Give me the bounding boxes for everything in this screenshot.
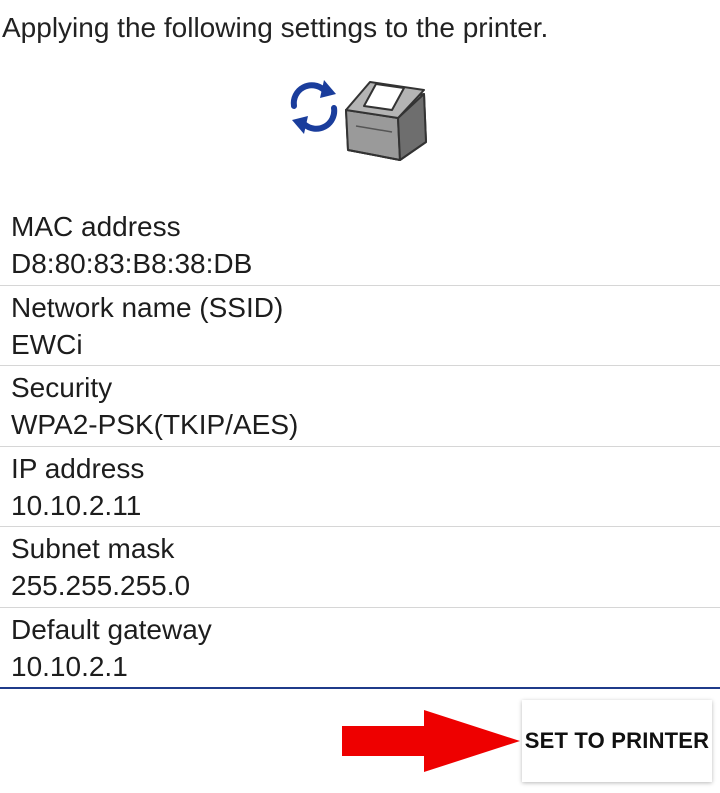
page-heading: Applying the following settings to the p… [2, 12, 549, 43]
setting-value: 255.255.255.0 [11, 570, 191, 602]
red-arrow-right-icon [342, 710, 520, 772]
setting-value: WPA2-PSK(TKIP/AES) [11, 409, 299, 441]
setting-label: Subnet mask [11, 533, 175, 565]
setting-row-security: Security WPA2-PSK(TKIP/AES) [0, 366, 720, 447]
setting-row-ssid: Network name (SSID) EWCi [0, 286, 720, 367]
printer-illustration [284, 72, 434, 168]
setting-label: IP address [11, 452, 145, 484]
setting-row-subnet-mask: Subnet mask 255.255.255.0 [0, 527, 720, 608]
setting-row-default-gateway: Default gateway 10.10.2.1 [0, 608, 720, 689]
setting-value: 10.10.2.11 [11, 489, 142, 521]
setting-label: Network name (SSID) [11, 291, 284, 323]
settings-list: MAC address D8:80:83:B8:38:DB Network na… [0, 205, 720, 689]
setting-label: MAC address [11, 211, 181, 242]
setting-row-ip-address: IP address 10.10.2.11 [0, 447, 720, 528]
set-to-printer-button[interactable]: SET TO PRINTER [522, 700, 712, 782]
setting-label: Default gateway [11, 613, 212, 645]
setting-label: Security [11, 372, 113, 404]
setting-value: D8:80:83:B8:38:DB [11, 248, 253, 279]
setting-row-mac-address: MAC address D8:80:83:B8:38:DB [0, 205, 720, 286]
receipt-printer-icon [345, 81, 427, 161]
setting-value: EWCi [11, 328, 83, 360]
setting-value: 10.10.2.1 [11, 650, 128, 682]
